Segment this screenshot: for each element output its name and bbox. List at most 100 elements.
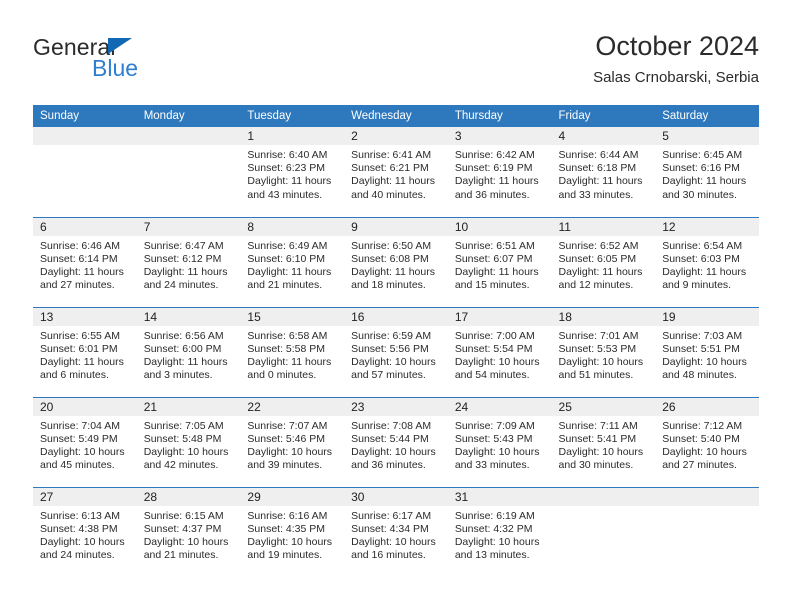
- day-details: Sunrise: 6:52 AM Sunset: 6:05 PM Daylight:…: [552, 236, 656, 293]
- day-cell[interactable]: 26 Sunrise: 7:12 AM Sunset: 5:40 PM Dayligh…: [655, 396, 759, 487]
- day-number: 29: [240, 487, 345, 506]
- daylight-text: Daylight: 10 hours and 30 minutes.: [558, 445, 644, 472]
- day-cell[interactable]: 8 Sunrise: 6:49 AM Sunset: 6:10 PM Daylight…: [240, 216, 345, 307]
- day-cell[interactable]: 6 Sunrise: 6:46 AM Sunset: 6:14 PM Daylight…: [33, 216, 137, 307]
- day-cell[interactable]: 28 Sunrise: 6:15 AM Sunset: 4:37 PM Dayligh…: [136, 486, 241, 577]
- sunrise-text: Sunrise: 6:19 AM: [454, 509, 535, 522]
- sunrise-text: Sunrise: 6:44 AM: [558, 149, 639, 161]
- day-details: Sunrise: 7:01 AM Sunset: 5:53 PM Daylight:…: [552, 326, 656, 383]
- week-row: 6 Sunrise: 6:46 AM Sunset: 6:14 PM Daylight…: [33, 216, 759, 307]
- day-cell[interactable]: 14 Sunrise: 6:56 AM Sunset: 6:00 PM Dayligh…: [136, 306, 241, 397]
- weekday-header-friday: Friday: [551, 105, 656, 127]
- day-number: 18: [551, 307, 656, 326]
- sunset-text: Sunset: 6:21 PM: [351, 162, 429, 175]
- day-cell[interactable]: 24 Sunrise: 7:09 AM Sunset: 5:43 PM Dayligh…: [447, 396, 552, 487]
- day-number: 26: [655, 397, 759, 416]
- daylight-text: Daylight: 10 hours and 45 minutes.: [40, 445, 125, 472]
- sunset-text: Sunset: 5:58 PM: [247, 342, 326, 355]
- daylight-text: Daylight: 11 hours and 18 minutes.: [351, 265, 435, 292]
- day-cell[interactable]: 29 Sunrise: 6:16 AM Sunset: 4:35 PM Dayligh…: [240, 486, 345, 577]
- sunset-text: Sunset: 4:34 PM: [351, 522, 429, 535]
- daylight-text: Daylight: 10 hours and 51 minutes.: [558, 355, 644, 382]
- daylight-text: Daylight: 10 hours and 39 minutes.: [247, 445, 333, 472]
- day-number: 30: [344, 487, 448, 506]
- day-details: Sunrise: 6:19 AM Sunset: 4:32 PM Daylight:…: [448, 506, 552, 563]
- sunrise-text: Sunrise: 6:13 AM: [40, 509, 120, 522]
- sunset-text: Sunset: 4:38 PM: [40, 522, 118, 535]
- day-details: [552, 506, 656, 510]
- day-cell[interactable]: 31 Sunrise: 6:19 AM Sunset: 4:32 PM Dayligh…: [447, 486, 552, 577]
- day-cell[interactable]: 11 Sunrise: 6:52 AM Sunset: 6:05 PM Dayligh…: [551, 216, 656, 307]
- day-details: Sunrise: 6:44 AM Sunset: 6:18 PM Daylight:…: [552, 145, 656, 202]
- day-details: Sunrise: 7:04 AM Sunset: 5:49 PM Daylight:…: [33, 416, 137, 473]
- day-cell[interactable]: [33, 127, 137, 217]
- daylight-text: Daylight: 11 hours and 40 minutes.: [351, 175, 435, 201]
- day-cell[interactable]: 22 Sunrise: 7:07 AM Sunset: 5:46 PM Dayligh…: [240, 396, 345, 487]
- day-number: 1: [240, 127, 345, 145]
- day-cell[interactable]: 20 Sunrise: 7:04 AM Sunset: 5:49 PM Dayligh…: [33, 396, 137, 487]
- day-cell[interactable]: 12 Sunrise: 6:54 AM Sunset: 6:03 PM Dayligh…: [655, 216, 759, 307]
- day-cell[interactable]: 3 Sunrise: 6:42 AM Sunset: 6:19 PM Daylight…: [447, 127, 552, 217]
- day-cell[interactable]: 30 Sunrise: 6:17 AM Sunset: 4:34 PM Dayligh…: [344, 486, 448, 577]
- sunrise-text: Sunrise: 6:54 AM: [662, 239, 743, 252]
- day-number: [136, 127, 241, 145]
- sunrise-text: Sunrise: 6:47 AM: [143, 239, 224, 252]
- day-cell[interactable]: 5 Sunrise: 6:45 AM Sunset: 6:16 PM Daylight…: [655, 127, 759, 217]
- day-cell[interactable]: 21 Sunrise: 7:05 AM Sunset: 5:48 PM Dayligh…: [136, 396, 241, 487]
- day-cell[interactable]: 9 Sunrise: 6:50 AM Sunset: 6:08 PM Daylight…: [344, 216, 448, 307]
- day-cell[interactable]: 17 Sunrise: 7:00 AM Sunset: 5:54 PM Dayligh…: [447, 306, 552, 397]
- day-cell[interactable]: 27 Sunrise: 6:13 AM Sunset: 4:38 PM Dayligh…: [33, 486, 137, 577]
- day-cell[interactable]: [136, 127, 241, 217]
- day-cell[interactable]: 19 Sunrise: 7:03 AM Sunset: 5:51 PM Dayligh…: [655, 306, 759, 397]
- sunrise-text: Sunrise: 6:55 AM: [40, 329, 120, 342]
- day-cell[interactable]: 16 Sunrise: 6:59 AM Sunset: 5:56 PM Dayligh…: [344, 306, 448, 397]
- day-cell[interactable]: 18 Sunrise: 7:01 AM Sunset: 5:53 PM Dayligh…: [551, 306, 656, 397]
- day-cell[interactable]: 23 Sunrise: 7:08 AM Sunset: 5:44 PM Dayligh…: [344, 396, 448, 487]
- day-cell[interactable]: [551, 486, 656, 577]
- sunrise-text: Sunrise: 6:16 AM: [247, 509, 328, 522]
- sunset-text: Sunset: 6:07 PM: [454, 252, 533, 265]
- page-header: General Blue October 2024 Salas Crnobars…: [33, 30, 759, 95]
- day-number: 21: [136, 397, 241, 416]
- day-details: Sunrise: 6:58 AM Sunset: 5:58 PM Daylight:…: [240, 326, 344, 383]
- sunset-text: Sunset: 6:23 PM: [247, 162, 326, 175]
- day-details: Sunrise: 6:50 AM Sunset: 6:08 PM Daylight:…: [344, 236, 448, 293]
- general-blue-logo[interactable]: General Blue: [33, 34, 233, 90]
- day-cell[interactable]: [655, 486, 759, 577]
- sunset-text: Sunset: 4:32 PM: [454, 522, 533, 535]
- day-details: Sunrise: 6:42 AM Sunset: 6:19 PM Daylight:…: [448, 145, 552, 202]
- daylight-text: Daylight: 11 hours and 0 minutes.: [247, 355, 332, 382]
- day-number: 5: [655, 127, 759, 145]
- weekday-header-wednesday: Wednesday: [344, 105, 448, 127]
- sunset-text: Sunset: 5:41 PM: [558, 432, 637, 445]
- day-cell[interactable]: 4 Sunrise: 6:44 AM Sunset: 6:18 PM Daylight…: [551, 127, 656, 217]
- calendar-page: General Blue October 2024 Salas Crnobars…: [0, 0, 792, 612]
- sunrise-text: Sunrise: 6:52 AM: [558, 239, 639, 252]
- day-cell[interactable]: 25 Sunrise: 7:11 AM Sunset: 5:41 PM Dayligh…: [551, 396, 656, 487]
- day-details: Sunrise: 7:11 AM Sunset: 5:41 PM Daylight:…: [552, 416, 656, 473]
- day-cell[interactable]: 1 Sunrise: 6:40 AM Sunset: 6:23 PM Daylight…: [240, 127, 345, 217]
- sunset-text: Sunset: 5:48 PM: [143, 432, 222, 445]
- sunrise-text: Sunrise: 7:03 AM: [662, 329, 743, 342]
- day-cell[interactable]: 15 Sunrise: 6:58 AM Sunset: 5:58 PM Dayligh…: [240, 306, 345, 397]
- day-number: 6: [33, 217, 137, 236]
- day-cell[interactable]: 2 Sunrise: 6:41 AM Sunset: 6:21 PM Daylight…: [344, 127, 448, 217]
- daylight-text: Daylight: 11 hours and 3 minutes.: [143, 355, 228, 382]
- calendar-table: Sunday Monday Tuesday Wednesday Thursday…: [33, 105, 759, 577]
- day-cell[interactable]: 13 Sunrise: 6:55 AM Sunset: 6:01 PM Dayligh…: [33, 306, 137, 397]
- calendar-body: 1 Sunrise: 6:40 AM Sunset: 6:23 PM Daylight…: [33, 127, 759, 577]
- day-number: 12: [655, 217, 759, 236]
- day-cell[interactable]: 7 Sunrise: 6:47 AM Sunset: 6:12 PM Daylight…: [136, 216, 241, 307]
- sunrise-text: Sunrise: 6:46 AM: [40, 239, 120, 252]
- day-details: [137, 145, 241, 149]
- day-number: 19: [655, 307, 759, 326]
- day-details: Sunrise: 7:08 AM Sunset: 5:44 PM Daylight:…: [344, 416, 448, 473]
- day-details: Sunrise: 6:40 AM Sunset: 6:23 PM Daylight:…: [240, 145, 344, 202]
- day-number: 3: [447, 127, 552, 145]
- day-cell[interactable]: 10 Sunrise: 6:51 AM Sunset: 6:07 PM Dayligh…: [447, 216, 552, 307]
- daylight-text: Daylight: 11 hours and 6 minutes.: [40, 355, 124, 382]
- daylight-text: Daylight: 10 hours and 24 minutes.: [40, 535, 125, 562]
- day-details: Sunrise: 6:46 AM Sunset: 6:14 PM Daylight:…: [33, 236, 137, 293]
- day-details: Sunrise: 7:12 AM Sunset: 5:40 PM Daylight:…: [655, 416, 759, 473]
- day-number: 25: [551, 397, 656, 416]
